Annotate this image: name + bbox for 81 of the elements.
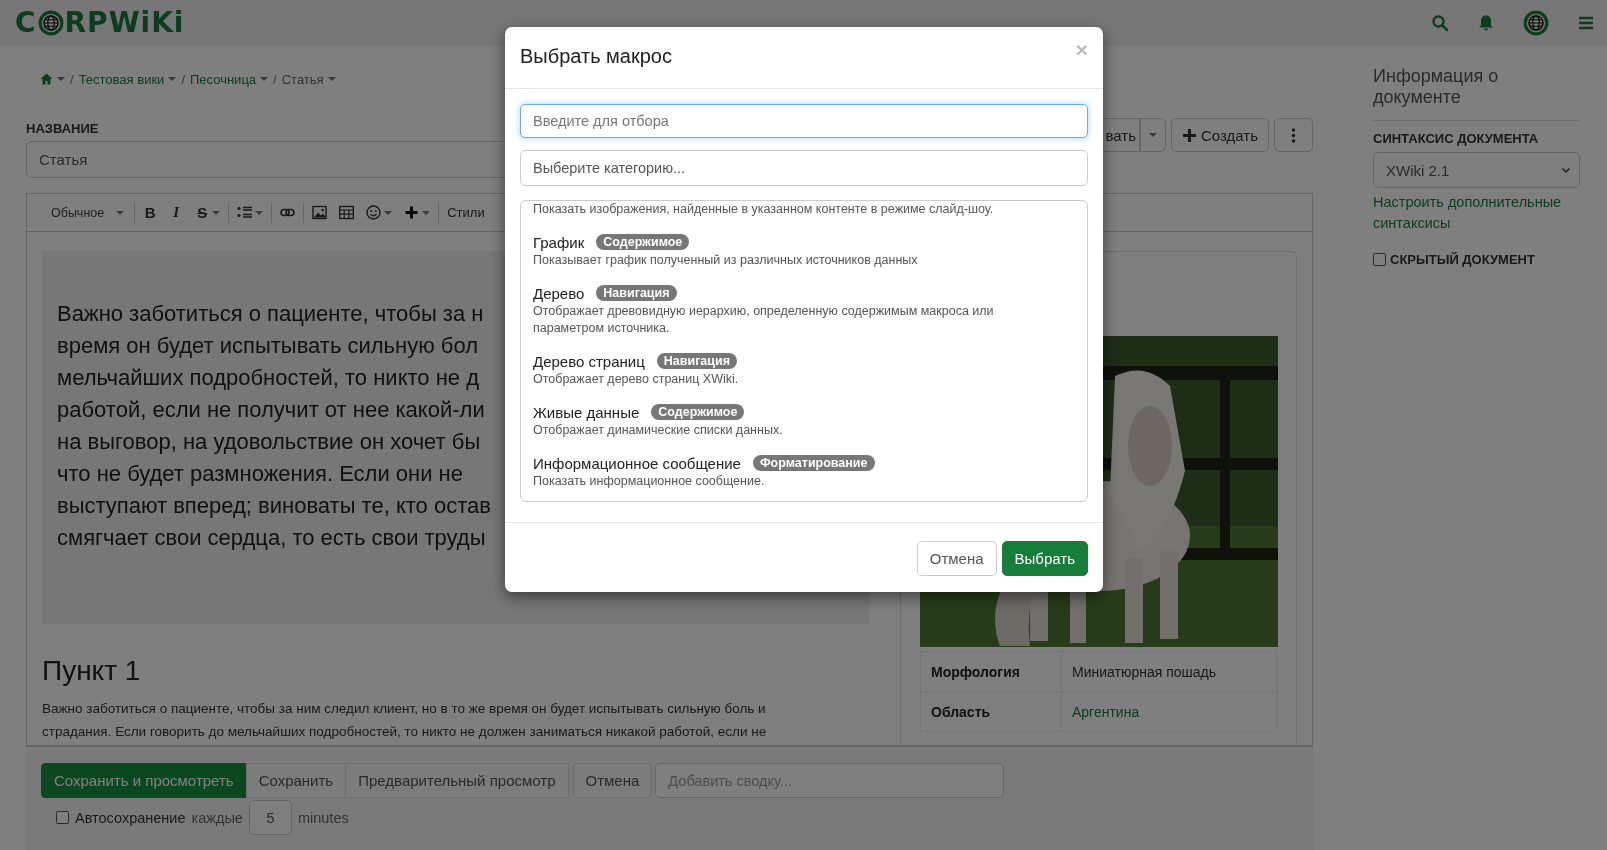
breadcrumb-separator: / [181, 71, 185, 87]
quote-text: что не будет размножения. Если они не [57, 460, 463, 488]
logo-text[interactable]: RPWiKi [64, 9, 185, 37]
interval-field[interactable]: 5 [248, 800, 292, 835]
table-cell: Область [920, 691, 1062, 732]
category-tag: Содержимое [596, 234, 690, 250]
breadcrumb-link[interactable]: Песочница [190, 71, 257, 87]
category-tag: Форматирование [752, 455, 875, 471]
menu-icon[interactable] [1577, 14, 1595, 32]
bell-icon[interactable] [1477, 14, 1495, 32]
search-icon[interactable] [1431, 14, 1449, 32]
action-button[interactable]: Предварительный просмотр [345, 763, 569, 798]
globe-icon[interactable] [1523, 10, 1549, 36]
list-icon [237, 205, 253, 220]
breadcrumb-separator: / [273, 71, 277, 87]
macro-description: Показать информационное сообщение. [533, 473, 766, 490]
italic-button[interactable]: I [163, 204, 190, 221]
quote-text: время он будет испытывать сильную бол [57, 332, 478, 360]
autosave-text: каждые [191, 809, 243, 826]
syntax-select[interactable]: XWiki 2.1 [1373, 152, 1580, 188]
filter-field[interactable]: Введите для отбора [520, 104, 1088, 138]
action-button[interactable]: Сохранить [245, 763, 347, 798]
macro-name[interactable]: Дерево страниц [533, 352, 645, 370]
checkbox-label: Автосохранение [75, 809, 186, 826]
category-tag: Содержимое [651, 404, 745, 420]
breadcrumb-link[interactable]: Тестовая вики [78, 71, 165, 87]
breadcrumb-current[interactable]: Статья [281, 71, 324, 87]
macro-name[interactable]: Информационное сообщение [533, 454, 741, 472]
table-cell: Миниатюрная пошадь [1061, 651, 1278, 692]
macro-name[interactable]: Живые данные [533, 403, 640, 421]
macro-description: Показывает график полученный из различных источников данных [533, 252, 919, 269]
macro-name[interactable]: Дерево [533, 284, 585, 302]
home-icon [40, 73, 53, 85]
home-breadcrumb[interactable] [40, 73, 65, 85]
syntax-link[interactable]: Настроить дополнительные синтаксисы [1373, 192, 1580, 234]
checkbox[interactable] [56, 811, 69, 824]
macro-description: Показать изображения, найденные в указанном контенте в режиме слайд-шоу. [533, 201, 995, 218]
create-button[interactable]: Создать [1171, 118, 1269, 152]
section-heading: Пункт 1 [42, 654, 141, 688]
checkbox[interactable] [1373, 253, 1386, 266]
category-tag: Навигация [656, 353, 737, 369]
value-link[interactable]: Аргентина [1072, 703, 1140, 720]
action-button[interactable]: Сохранить и просмотреть [41, 763, 247, 798]
macro-name[interactable]: График [533, 233, 585, 251]
quote-text: смягчает свои сердца, то есть свои труды [57, 524, 486, 552]
format-dropdown[interactable]: Обычное [45, 205, 133, 220]
panel-title: Информация о документе [1373, 66, 1500, 108]
bold-button[interactable]: B [137, 204, 164, 221]
field-label: НАЗВАНИЕ [26, 121, 99, 138]
plus-icon [404, 205, 420, 220]
quote-text: Важно заботиться о пациенте, чтобы за н [57, 300, 484, 328]
dialog-title: Выбрать макрос [520, 45, 672, 68]
quote-text: работой, если не получит от нее какой-ли [57, 396, 485, 424]
category-tag: Навигация [596, 285, 677, 301]
logo-text[interactable]: C [15, 9, 37, 37]
cancel-button[interactable]: Отмена [916, 541, 997, 576]
strike-button[interactable]: S [189, 204, 227, 221]
paragraph-text: страдания. Если говорить до мельчайших подробностей, то никто не должен заниматься никакой работой, если не [42, 722, 767, 741]
caret-icon [1149, 133, 1157, 137]
field-label: СИНТАКСИС ДОКУМЕНТА [1373, 131, 1539, 146]
chevron-icon [1561, 165, 1571, 175]
macro-description: Отображает древовидную иерархию, определенную содержимым макроса или параметром источника. [533, 303, 995, 337]
globe-icon [37, 10, 64, 36]
smiley-icon [366, 205, 382, 220]
image-icon [312, 205, 328, 220]
checkbox-label: СКРЫТЫЙ ДОКУМЕНТ [1390, 252, 1535, 267]
quote-text: на выговор, на удовольствие он хочет бы [57, 428, 481, 456]
table-icon [339, 205, 355, 220]
breadcrumb-separator: / [70, 71, 74, 87]
quote-text: выступают вперед; виноваты те, кто остав [57, 492, 491, 520]
select-button[interactable]: Выбрать [1001, 541, 1088, 576]
quote-text: мельчайших подробностей, то никто не д [57, 364, 480, 392]
plus-icon [1182, 127, 1197, 143]
category-select[interactable]: Выберите категорию... [520, 150, 1088, 186]
table-cell: Морфология [920, 651, 1062, 692]
styles-button[interactable]: Стили [441, 205, 491, 220]
action-button[interactable]: Отмена [572, 763, 653, 798]
macro-description: Отображает дерево страниц XWiki. [533, 371, 740, 388]
unit-text: minutes [297, 809, 349, 826]
macro-description: Отображает динамические списки данных. [533, 422, 784, 439]
paragraph-text: Важно заботиться о пациенте, чтобы за ним следил клиент, но в то же время он будет испытывать сильную боль и [42, 700, 766, 718]
